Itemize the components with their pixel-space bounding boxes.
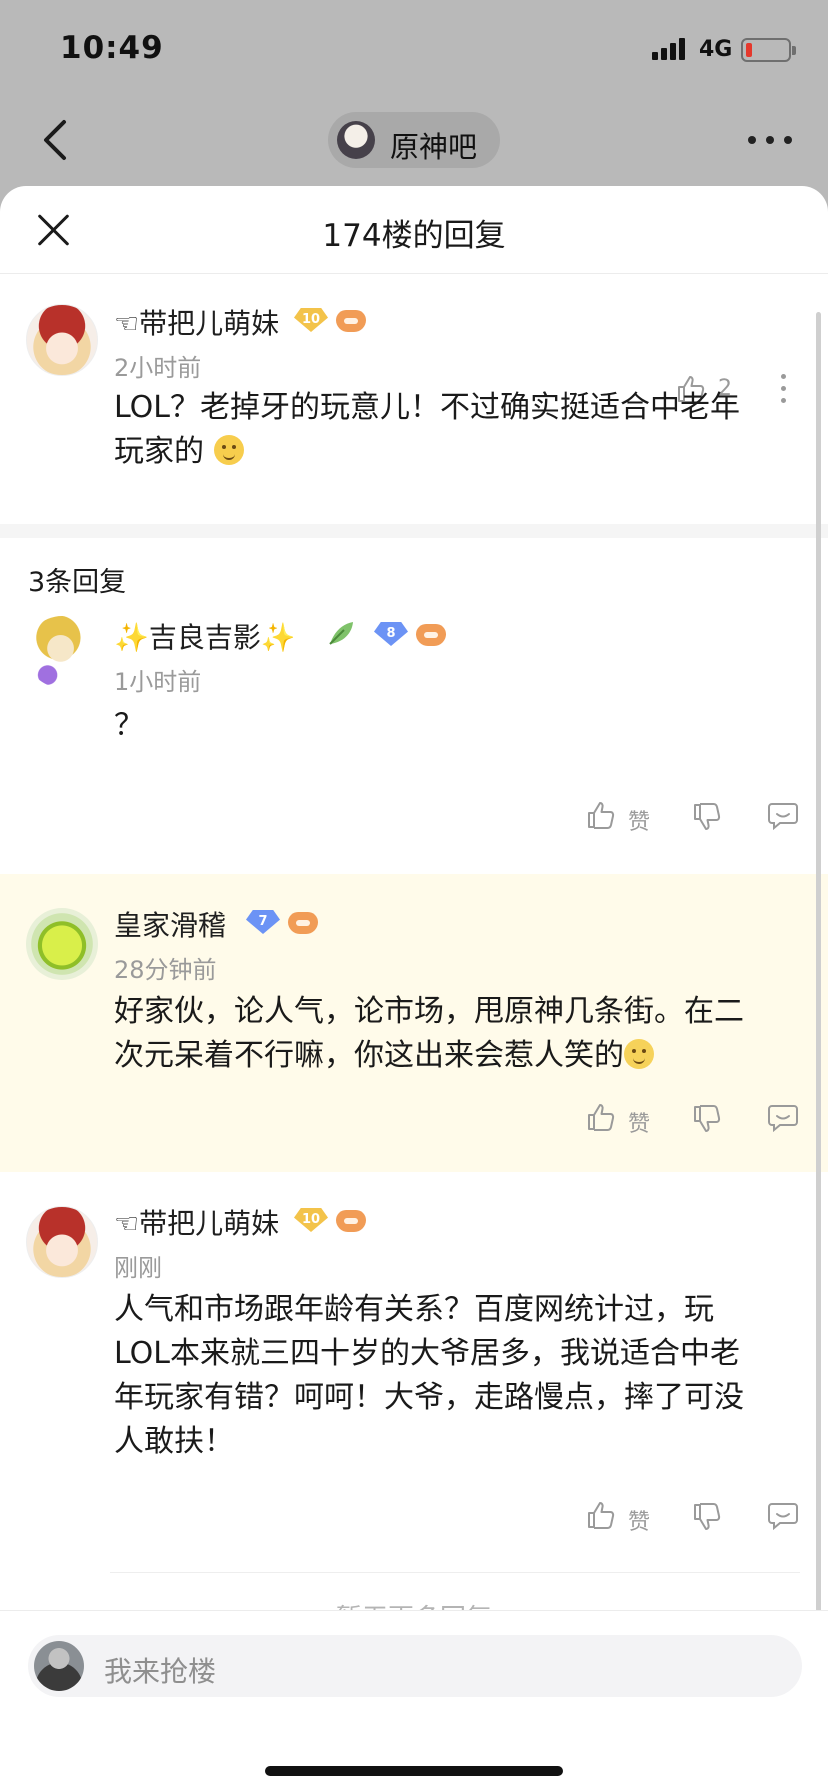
username[interactable]: 皇家滑稽 [114,904,226,944]
thumb-up-icon[interactable] [586,1500,616,1530]
emoji-icon [624,1039,654,1069]
post-content: LOL？老掉牙的玩意儿！不过确实挺适合中老年 玩家的 [114,386,804,474]
forum-name: 原神吧 [390,130,478,164]
reply-content-line: 人气和市场跟年龄有关系？百度网统计过，玩 [114,1292,714,1327]
thumb-up-icon[interactable] [586,800,616,830]
reply-item: ✨吉良吉影✨ 8 1小时前 ？ 赞 [0,616,828,874]
battery-icon [741,38,796,62]
reply-time: 28分钟前 [114,956,217,984]
reply-content: ？ [114,708,144,743]
gamepad-icon [336,310,366,332]
reply-item: 皇家滑稽 7 28分钟前 好家伙，论人气，论市场，甩原神几条街。在二 次元呆着不… [0,874,828,1172]
reply-input[interactable]: 我来抢楼 [28,1635,802,1697]
thumb-down-icon[interactable] [692,802,722,832]
like-label[interactable]: 赞 [628,804,650,836]
home-indicator [265,1766,563,1776]
status-bar: 10:49 4G [0,0,828,100]
avatar[interactable] [26,616,98,688]
reply-content-line: 人敢扶！ [114,1424,234,1459]
gamepad-icon [336,1210,366,1232]
comment-icon[interactable] [768,802,798,830]
post-content-line: LOL？老掉牙的玩意儿！不过确实挺适合中老年 [114,390,740,425]
username[interactable]: ☜带把儿萌妹 [114,302,279,342]
back-icon[interactable] [40,118,72,162]
divider [110,1572,800,1573]
level-number: 7 [258,914,268,929]
emoji-icon [213,435,244,465]
forum-avatar [337,121,375,159]
reply-content: 好家伙，论人气，论市场，甩原神几条街。在二 次元呆着不行嘛，你这出来会惹人笑的 [114,990,814,1078]
thumb-down-icon[interactable] [692,1104,722,1134]
sheet-header: 174楼的回复 [0,186,828,274]
avatar[interactable] [26,304,98,376]
like-label[interactable]: 赞 [628,1504,650,1536]
status-time: 10:49 [60,30,164,66]
level-number: 10 [301,1212,321,1227]
scrollbar[interactable] [816,312,821,1612]
level-number: 8 [386,626,396,641]
reply-time: 刚刚 [114,1254,162,1282]
reply-content: 人气和市场跟年龄有关系？百度网统计过，玩 LOL本来就三四十岁的大爷居多，我说适… [114,1288,814,1464]
thumb-up-icon[interactable] [586,1102,616,1132]
reply-sheet: 174楼的回复 ☜带把儿萌妹 10 2小时前 2 LOL？老掉牙的玩意儿！不过确… [0,186,828,1792]
signal-icon [652,36,690,60]
post-time: 2小时前 [114,354,202,382]
reply-content-line: 次元呆着不行嘛，你这出来会惹人笑的 [114,1034,814,1078]
comment-icon[interactable] [768,1104,798,1132]
avatar[interactable] [26,1206,98,1278]
my-avatar [34,1641,84,1691]
gamepad-icon [416,624,446,646]
reply-count: 3条回复 [28,567,127,598]
reply-item: ☜带把儿萌妹 10 刚刚 人气和市场跟年龄有关系？百度网统计过，玩 LOL本来就… [0,1172,828,1572]
reply-content-line: 好家伙，论人气，论市场，甩原神几条街。在二 [114,994,744,1029]
leaf-icon [329,622,353,645]
like-label[interactable]: 赞 [628,1106,650,1138]
level-number: 10 [301,312,321,327]
username[interactable]: ✨吉良吉影✨ [114,616,296,656]
more-options-icon[interactable] [748,136,792,146]
section-separator [0,524,828,538]
reply-time: 1小时前 [114,668,202,696]
post-content-line: 玩家的 [114,430,804,474]
network-type: 4G [699,37,733,62]
comment-icon[interactable] [768,1502,798,1530]
reply-content-line: LOL本来就三四十岁的大爷居多，我说适合中老 [114,1336,740,1371]
main-post: ☜带把儿萌妹 10 2小时前 2 LOL？老掉牙的玩意儿！不过确实挺适合中老年 … [0,274,828,524]
avatar[interactable] [26,908,98,980]
gamepad-icon [288,912,318,934]
username[interactable]: ☜带把儿萌妹 [114,1202,279,1242]
thumb-down-icon[interactable] [692,1502,722,1532]
sheet-title: 174楼的回复 [322,218,506,254]
reply-input-bar: 我来抢楼 [0,1610,828,1792]
reply-content-line: 年玩家有错？呵呵！大爷，走路慢点，摔了可没 [114,1380,744,1415]
input-placeholder: 我来抢楼 [104,1655,217,1688]
forum-title-pill[interactable]: 原神吧 [328,112,500,168]
